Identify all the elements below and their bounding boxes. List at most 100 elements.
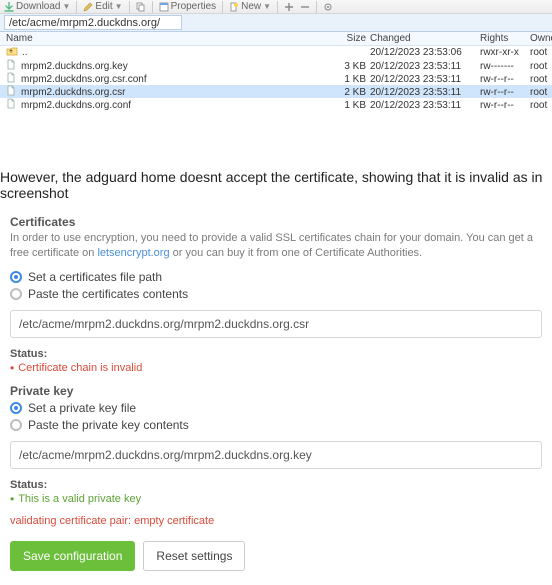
file-changed: 20/12/2023 23:53:11: [370, 74, 480, 85]
gear-icon: [323, 2, 333, 12]
file-row[interactable]: mrpm2.duckdns.org.csr 2 KB20/12/2023 23:5…: [0, 85, 552, 98]
edit-button[interactable]: Edit ▼: [83, 1, 122, 12]
new-label: New: [241, 1, 261, 12]
file-row[interactable]: mrpm2.duckdns.org.key 3 KB20/12/2023 23:5…: [0, 59, 552, 72]
certificates-description: In order to use encryption, you need to …: [10, 231, 542, 262]
key-radio-file[interactable]: Set a private key file: [10, 401, 542, 415]
file-manager-toolbar: Download ▼ Edit ▼ Properties New ▼: [0, 0, 552, 14]
col-changed[interactable]: Changed: [370, 33, 480, 44]
radio-label: Paste the certificates contents: [28, 287, 188, 301]
col-size[interactable]: Size: [336, 33, 370, 44]
tool-plus-button[interactable]: [284, 2, 294, 12]
encryption-panel: Certificates In order to use encryption,…: [0, 209, 552, 585]
file-row[interactable]: mrpm2.duckdns.org.csr.conf 1 KB20/12/2023…: [0, 72, 552, 85]
download-icon: [4, 2, 14, 12]
toolbar-separator: [316, 1, 317, 13]
file-name: mrpm2.duckdns.org.key: [21, 61, 128, 72]
reset-button[interactable]: Reset settings: [143, 541, 245, 571]
file-owner: root: [530, 61, 552, 72]
toolbar-separator: [277, 1, 278, 13]
cert-path-input[interactable]: [10, 310, 542, 338]
chevron-down-icon: ▼: [263, 2, 271, 11]
key-status-label: Status:: [10, 479, 542, 491]
file-changed: 20/12/2023 23:53:11: [370, 87, 480, 98]
toolbar-separator: [152, 1, 153, 13]
radio-icon: [10, 402, 22, 414]
tool-extra-button[interactable]: [323, 2, 333, 12]
new-button[interactable]: New ▼: [229, 1, 271, 12]
file-owner: root: [530, 74, 552, 85]
toolbar-separator: [222, 1, 223, 13]
radio-label: Paste the private key contents: [28, 418, 189, 432]
plus-icon: [284, 2, 294, 12]
file-changed: 20/12/2023 23:53:06: [370, 47, 480, 58]
file-changed: 20/12/2023 23:53:11: [370, 61, 480, 72]
file-list-header: Name Size Changed Rights Owner: [0, 32, 552, 46]
bullet-icon: •: [10, 362, 14, 374]
key-radio-paste[interactable]: Paste the private key contents: [10, 418, 542, 432]
validation-error: validating certificate pair: empty certi…: [10, 515, 542, 527]
file-name: ..: [22, 47, 28, 58]
properties-button[interactable]: Properties: [159, 1, 217, 12]
file-owner: root: [530, 100, 552, 111]
download-label: Download: [16, 1, 60, 12]
parent-dir-row[interactable]: .. 20/12/2023 23:53:06rwxr-xr-xroot: [0, 46, 552, 59]
path-input[interactable]: /etc/acme/mrpm2.duckdns.org/: [4, 15, 182, 30]
file-size: 1 KB: [336, 74, 370, 85]
pencil-icon: [83, 2, 93, 12]
toolbar-separator: [129, 1, 130, 13]
private-key-heading: Private key: [10, 384, 542, 398]
cert-status-label: Status:: [10, 348, 542, 360]
file-name: mrpm2.duckdns.org.csr: [21, 87, 125, 98]
file-owner: root: [530, 47, 552, 58]
button-row: Save configuration Reset settings: [10, 541, 542, 571]
key-path-input[interactable]: [10, 441, 542, 469]
radio-label: Set a private key file: [28, 401, 136, 415]
chevron-down-icon: ▼: [62, 2, 70, 11]
edit-label: Edit: [95, 1, 112, 12]
col-name[interactable]: Name: [6, 33, 336, 44]
file-list: Name Size Changed Rights Owner .. 20/12/2…: [0, 32, 552, 121]
letsencrypt-link[interactable]: letsencrypt.org: [97, 247, 169, 259]
chevron-down-icon: ▼: [115, 2, 123, 11]
file-icon: [6, 59, 17, 73]
col-owner[interactable]: Owner: [530, 33, 552, 44]
folder-up-icon: [6, 46, 18, 59]
radio-icon: [10, 271, 22, 283]
file-name: mrpm2.duckdns.org.conf: [21, 100, 131, 111]
file-name: mrpm2.duckdns.org.csr.conf: [21, 74, 147, 85]
duplicate-button[interactable]: [136, 2, 146, 12]
cert-radio-paste[interactable]: Paste the certificates contents: [10, 287, 542, 301]
file-icon: [6, 85, 17, 99]
toolbar-separator: [76, 1, 77, 13]
file-rights: rw-r--r--: [480, 87, 530, 98]
cert-status-message: • Certificate chain is invalid: [10, 362, 542, 374]
file-icon: [6, 98, 17, 112]
properties-icon: [159, 2, 169, 12]
file-rights: rw-------: [480, 61, 530, 72]
download-button[interactable]: Download ▼: [4, 1, 70, 12]
file-size: 2 KB: [336, 87, 370, 98]
file-changed: 20/12/2023 23:53:11: [370, 100, 480, 111]
col-rights[interactable]: Rights: [480, 33, 530, 44]
file-owner: root: [530, 87, 552, 98]
radio-label: Set a certificates file path: [28, 270, 162, 284]
file-rights: rwxr-xr-x: [480, 47, 530, 58]
bullet-icon: •: [10, 493, 14, 505]
file-rights: rw-r--r--: [480, 74, 530, 85]
path-bar: /etc/acme/mrpm2.duckdns.org/: [0, 14, 552, 32]
save-button[interactable]: Save configuration: [10, 541, 135, 571]
properties-label: Properties: [171, 1, 217, 12]
file-rights: rw-r--r--: [480, 100, 530, 111]
cert-radio-path[interactable]: Set a certificates file path: [10, 270, 542, 284]
explanation-text: However, the adguard home doesnt accept …: [0, 121, 552, 209]
radio-icon: [10, 288, 22, 300]
new-icon: [229, 2, 239, 12]
certificates-heading: Certificates: [10, 215, 542, 229]
key-status-message: • This is a valid private key: [10, 493, 542, 505]
file-row[interactable]: mrpm2.duckdns.org.conf 1 KB20/12/2023 23:…: [0, 98, 552, 111]
tool-minus-button[interactable]: [300, 2, 310, 12]
radio-icon: [10, 419, 22, 431]
file-size: 3 KB: [336, 61, 370, 72]
file-size: 1 KB: [336, 100, 370, 111]
